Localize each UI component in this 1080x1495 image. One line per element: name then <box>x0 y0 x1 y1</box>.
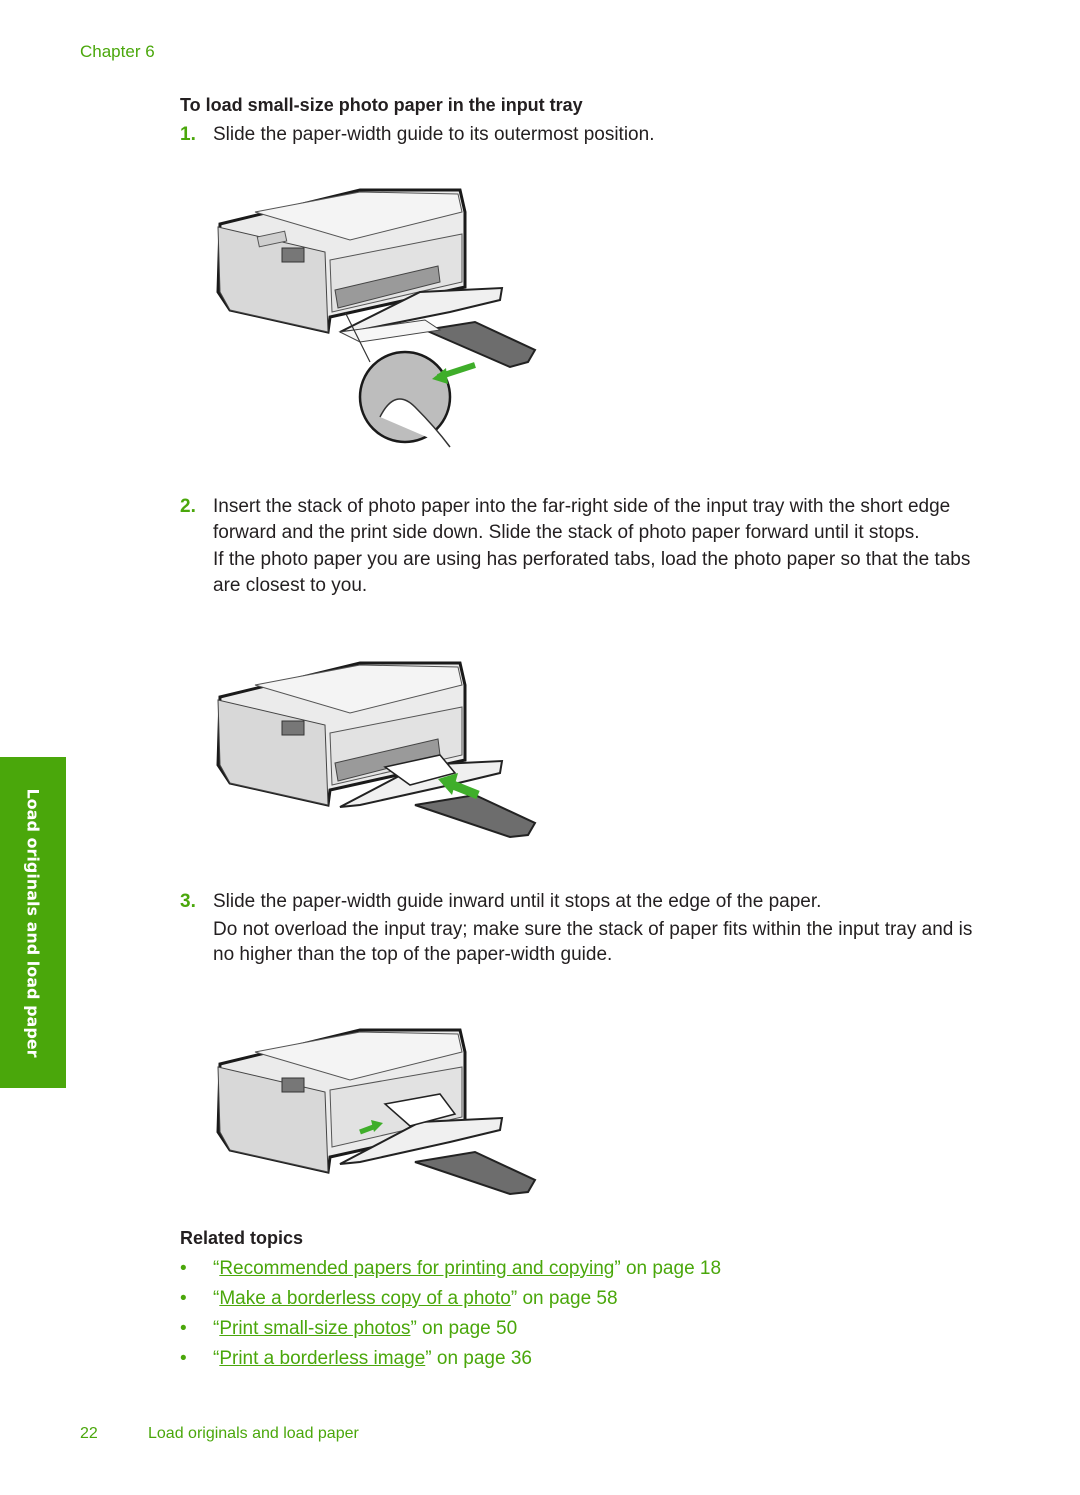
related-topics-list: • “Recommended papers for printing and c… <box>180 1256 721 1376</box>
step-text: Insert the stack of photo paper into the… <box>213 496 951 543</box>
step-number: 1. <box>180 124 196 145</box>
related-topic-item: • “Make a borderless copy of a photo” on… <box>180 1286 721 1316</box>
printer-body <box>216 188 537 369</box>
footer-section-title: Load originals and load paper <box>148 1425 359 1442</box>
step-number: 2. <box>180 496 196 517</box>
procedure-title: To load small-size photo paper in the in… <box>180 95 583 115</box>
printer-guide-outward-illustration <box>216 188 537 448</box>
step-note: If the photo paper you are using has per… <box>213 549 971 596</box>
related-topic-link[interactable]: Recommended papers for printing and copy… <box>219 1258 614 1279</box>
step-1: 1. Slide the paper-width guide to its ou… <box>180 122 990 148</box>
section-side-tab: Load originals and load paper <box>0 757 66 1088</box>
related-topic-link[interactable]: Print small-size photos <box>219 1318 410 1339</box>
bullet-icon: • <box>180 1318 187 1339</box>
side-tab-label: Load originals and load paper <box>23 787 43 1058</box>
step-3: 3. Slide the paper-width guide inward un… <box>180 889 990 968</box>
page-number: 22 <box>80 1425 98 1442</box>
step-number: 3. <box>180 891 196 912</box>
related-topics-title: Related topics <box>180 1228 304 1248</box>
step-text: Slide the paper-width guide inward until… <box>213 891 822 912</box>
printer-guide-inward-illustration <box>216 1028 537 1196</box>
related-topic-item: • “Recommended papers for printing and c… <box>180 1256 721 1286</box>
related-topic-item: • “Print a borderless image” on page 36 <box>180 1346 721 1376</box>
printer-body <box>216 661 537 839</box>
step-text: Slide the paper-width guide to its outer… <box>213 124 655 145</box>
step-2: 2. Insert the stack of photo paper into … <box>180 494 990 598</box>
printer-insert-paper-illustration <box>216 661 537 839</box>
bullet-icon: • <box>180 1258 187 1279</box>
bullet-icon: • <box>180 1288 187 1309</box>
related-topic-link[interactable]: Print a borderless image <box>219 1348 425 1369</box>
chapter-label: Chapter 6 <box>80 42 155 61</box>
related-topic-link[interactable]: Make a borderless copy of a photo <box>219 1288 511 1309</box>
bullet-icon: • <box>180 1348 187 1369</box>
related-topic-item: • “Print small-size photos” on page 50 <box>180 1316 721 1346</box>
printer-body <box>216 1028 537 1196</box>
step-note: Do not overload the input tray; make sur… <box>213 918 973 966</box>
